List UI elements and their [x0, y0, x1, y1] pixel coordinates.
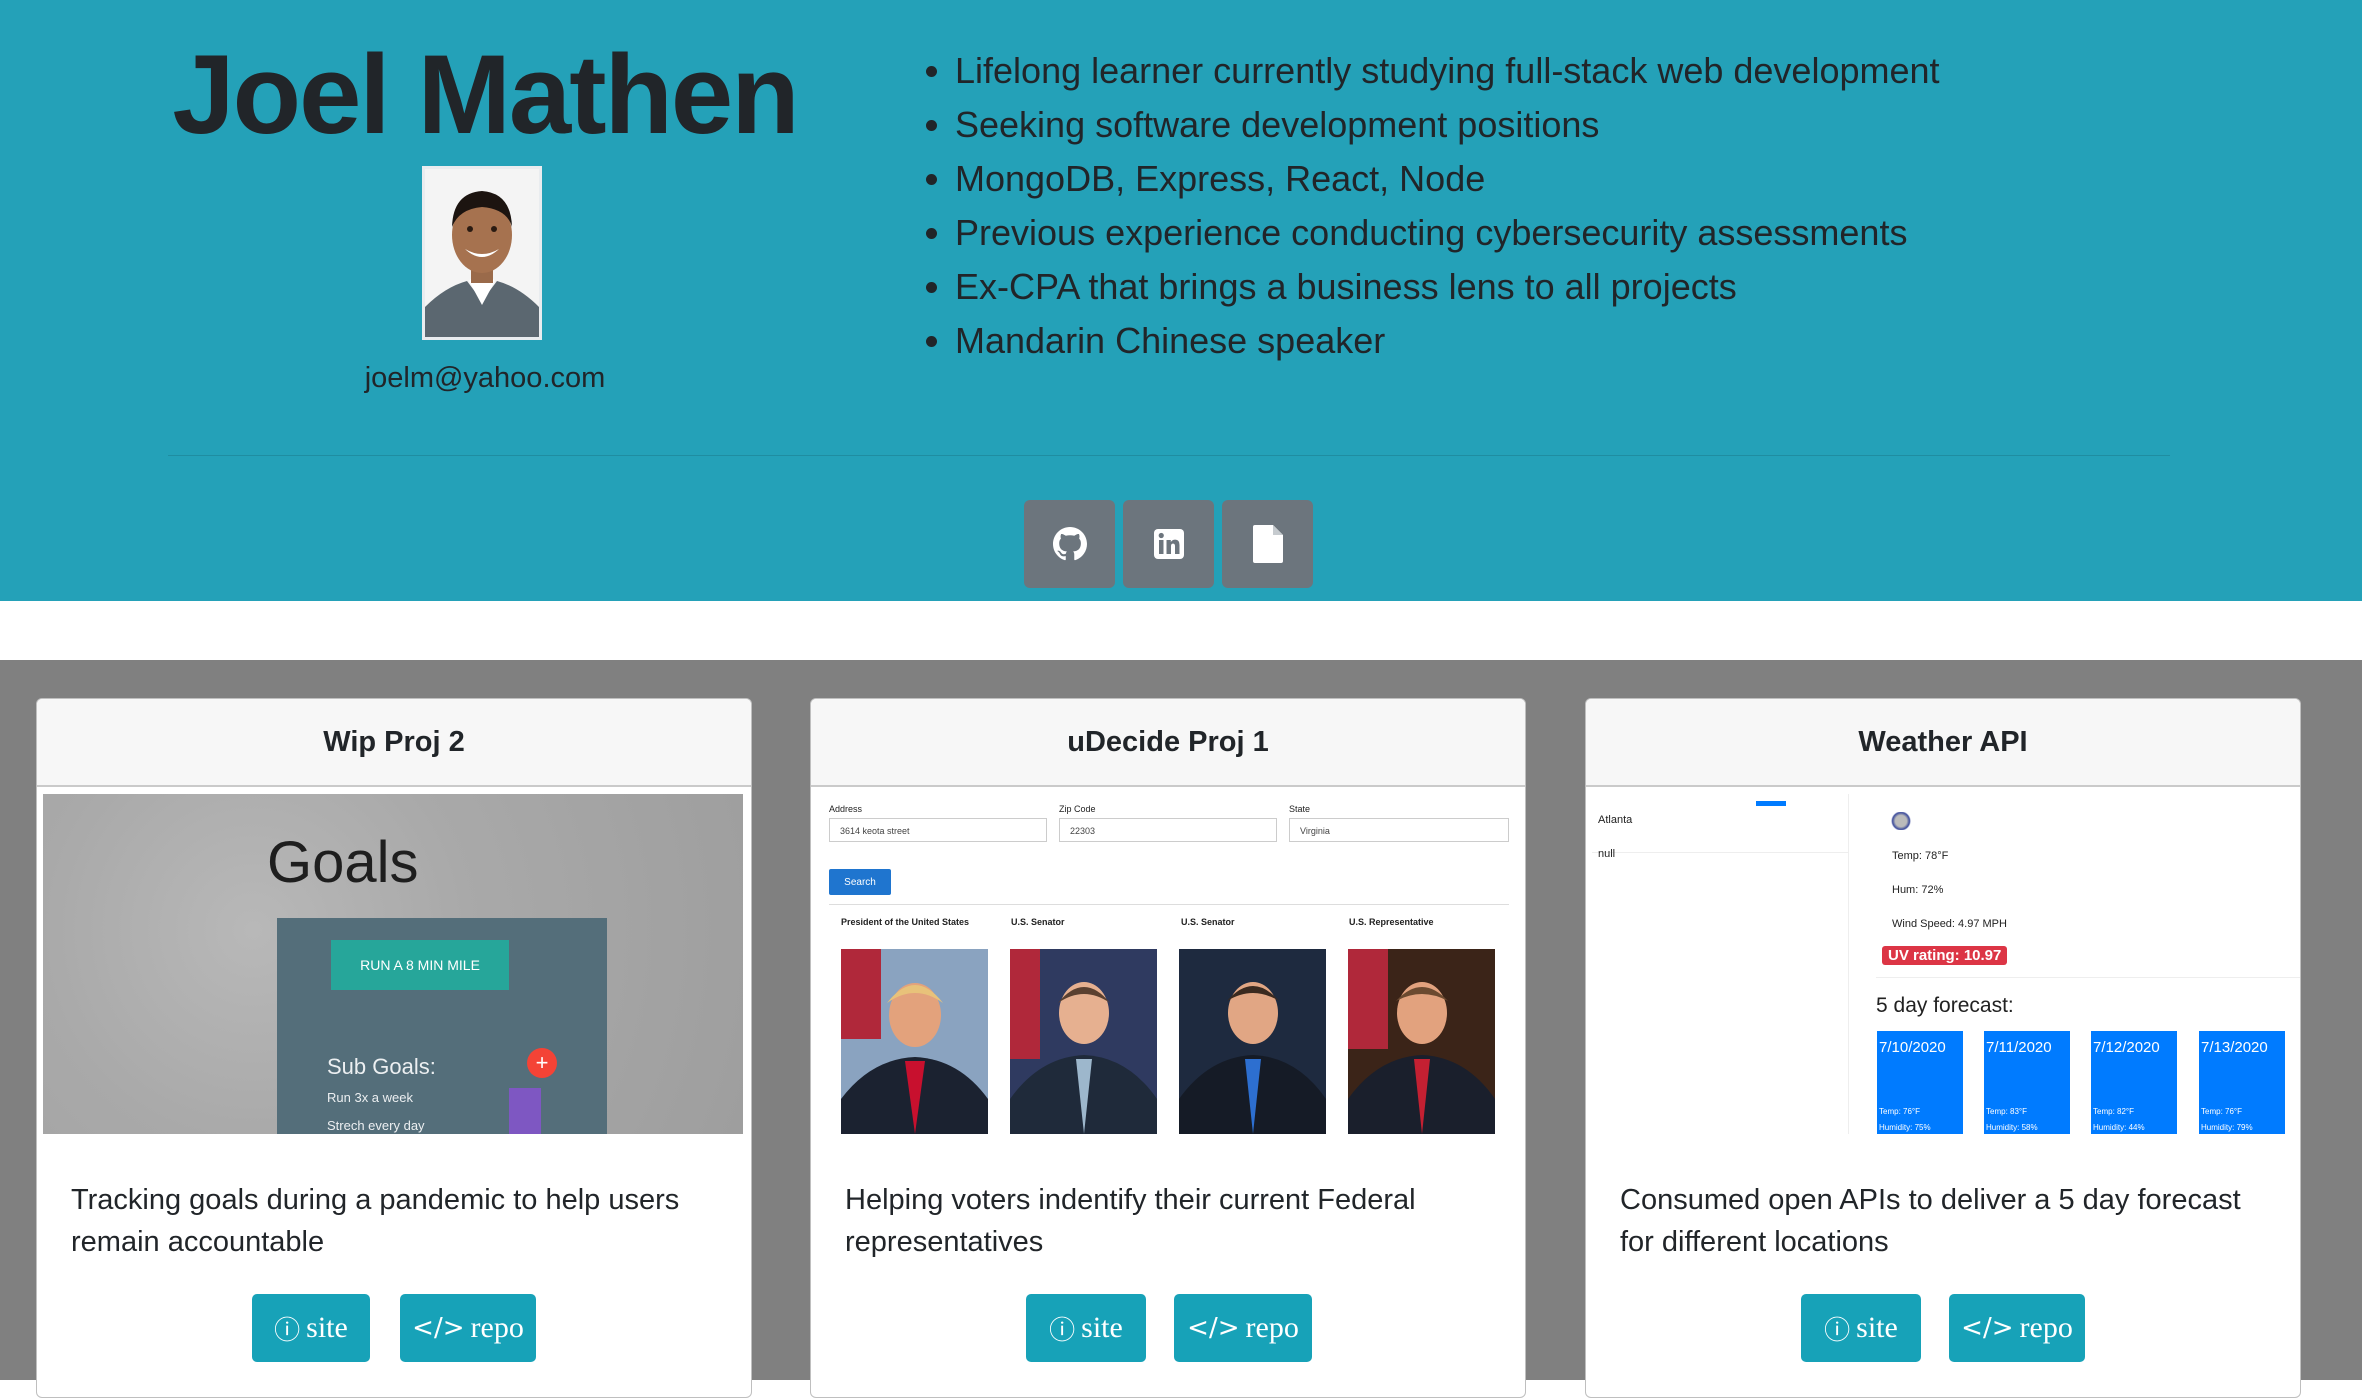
github-icon	[1052, 527, 1087, 561]
screenshot-alarm-icon	[509, 1088, 541, 1134]
forecast-temp: Temp: 76°F	[2201, 1107, 2242, 1116]
screenshot-role: U.S. Senator	[1011, 917, 1065, 927]
screenshot-temp: Temp: 78°F	[1892, 850, 1949, 862]
forecast-date: 7/11/2020	[1986, 1039, 2052, 1056]
highlight-item: Lifelong learner currently studying full…	[955, 44, 1940, 98]
forecast-date: 7/10/2020	[1879, 1039, 1946, 1056]
forecast-day: 7/13/2020 Temp: 76°F Humidity: 79%	[2199, 1031, 2285, 1134]
forecast-humidity: Humidity: 58%	[1986, 1123, 2038, 1132]
code-icon: </>	[1187, 1313, 1240, 1343]
github-button[interactable]	[1024, 500, 1115, 588]
repo-button[interactable]: </> repo	[1174, 1294, 1312, 1362]
card-description: Consumed open APIs to deliver a 5 day fo…	[1620, 1184, 2241, 1258]
linkedin-button[interactable]	[1123, 500, 1214, 588]
project-card: Wip Proj 2 Goals RUN A 8 MIN MILE Sub Go…	[36, 698, 752, 1398]
profile-header: Joel Mathen joelm@yahoo.com Lifelong lea…	[0, 0, 2362, 601]
project-card: uDecide Proj 1 Address 3614 keota street…	[810, 698, 1526, 1398]
screenshot-city: null	[1598, 848, 1616, 860]
highlight-item: Seeking software development positions	[955, 98, 1940, 152]
email-link[interactable]: joelm@yahoo.com	[120, 362, 850, 395]
screenshot-add-icon: +	[527, 1048, 557, 1078]
screenshot-state-select: Virginia	[1289, 818, 1509, 842]
profile-name: Joel Mathen	[172, 32, 799, 157]
site-button-label: site	[306, 1311, 348, 1344]
card-title: uDecide Proj 1	[811, 699, 1525, 787]
screenshot-divider	[1876, 977, 2300, 978]
screenshot-humidity: Hum: 72%	[1892, 884, 1944, 896]
info-icon: ⓘ	[1824, 1315, 1851, 1346]
forecast-humidity: Humidity: 79%	[2201, 1123, 2253, 1132]
weather-icon	[1890, 812, 1912, 830]
forecast-date: 7/12/2020	[2093, 1039, 2160, 1056]
avatar	[422, 166, 542, 340]
highlight-item: Ex-CPA that brings a business lens to al…	[955, 260, 1940, 314]
screenshot-zip-input: 22303	[1059, 818, 1277, 842]
forecast-humidity: Humidity: 75%	[1879, 1123, 1931, 1132]
screenshot-subgoals-label: Sub Goals:	[327, 1054, 436, 1079]
screenshot-goal-panel: RUN A 8 MIN MILE Sub Goals: Run 3x a wee…	[277, 918, 607, 1134]
forecast-humidity: Humidity: 44%	[2093, 1123, 2145, 1132]
file-icon	[1252, 525, 1283, 563]
info-icon: ⓘ	[274, 1315, 301, 1346]
card-title: Weather API	[1586, 699, 2300, 787]
forecast-temp: Temp: 82°F	[2093, 1107, 2134, 1116]
site-button-label: site	[1081, 1311, 1123, 1344]
screenshot-state-label: State	[1289, 804, 1311, 814]
screenshot-subgoal: Strech every day	[327, 1118, 425, 1133]
highlight-item: MongoDB, Express, React, Node	[955, 152, 1940, 206]
screenshot-wind: Wind Speed: 4.97 MPH	[1892, 918, 2007, 930]
repo-button-label: repo	[1245, 1311, 1299, 1344]
card-title: Wip Proj 2	[37, 699, 751, 787]
forecast-temp: Temp: 76°F	[1879, 1107, 1920, 1116]
screenshot-portrait	[841, 949, 988, 1134]
screenshot-goal-button: RUN A 8 MIN MILE	[331, 940, 509, 990]
forecast-temp: Temp: 83°F	[1986, 1107, 2027, 1116]
project-screenshot: Goals RUN A 8 MIN MILE Sub Goals: Run 3x…	[43, 794, 743, 1134]
site-button-label: site	[1856, 1311, 1898, 1344]
forecast-day: 7/10/2020 Temp: 76°F Humidity: 75%	[1877, 1031, 1963, 1134]
screenshot-uv-badge: UV rating: 10.97	[1882, 946, 2008, 965]
code-icon: </>	[412, 1313, 465, 1343]
screenshot-role: President of the United States	[841, 917, 970, 927]
screenshot-divider	[829, 904, 1509, 905]
repo-button-label: repo	[470, 1311, 524, 1344]
repo-button-label: repo	[2019, 1311, 2073, 1344]
site-button[interactable]: ⓘ site	[252, 1294, 370, 1362]
screenshot-portrait	[1179, 949, 1326, 1134]
linkedin-icon	[1153, 529, 1184, 559]
screenshot-role: U.S. Representative	[1349, 917, 1434, 927]
project-card: Weather API Atlanta null Temp: 78°F Hum:…	[1585, 698, 2301, 1398]
screenshot-forecast-title: 5 day forecast:	[1876, 994, 2014, 1017]
highlight-item: Previous experience conducting cybersecu…	[955, 206, 1940, 260]
avatar-photo	[425, 169, 539, 337]
forecast-day: 7/11/2020 Temp: 83°F Humidity: 58%	[1984, 1031, 2070, 1134]
screenshot-portrait	[1348, 949, 1495, 1134]
highlights-list: Lifelong learner currently studying full…	[895, 44, 1940, 368]
site-button[interactable]: ⓘ site	[1801, 1294, 1921, 1362]
screenshot-address-input: 3614 keota street	[829, 818, 1047, 842]
resume-button[interactable]	[1222, 500, 1313, 588]
highlight-item: Mandarin Chinese speaker	[955, 314, 1940, 368]
screenshot-subgoal: Run 3x a week	[327, 1090, 413, 1105]
header-divider	[168, 455, 2170, 456]
code-icon: </>	[1961, 1313, 2014, 1343]
screenshot-portrait	[1010, 949, 1157, 1134]
screenshot-city-list	[1592, 794, 1849, 1134]
repo-button[interactable]: </> repo	[400, 1294, 536, 1362]
screenshot-address-label: Address	[829, 804, 863, 814]
screenshot-city: Atlanta	[1598, 814, 1633, 826]
card-description: Helping voters indentify their current F…	[845, 1184, 1416, 1258]
repo-button[interactable]: </> repo	[1949, 1294, 2085, 1362]
forecast-date: 7/13/2020	[2201, 1039, 2268, 1056]
project-screenshot: Address 3614 keota street Zip Code 22303…	[811, 794, 1525, 1134]
info-icon: ⓘ	[1049, 1315, 1076, 1346]
site-button[interactable]: ⓘ site	[1026, 1294, 1146, 1362]
project-screenshot: Atlanta null Temp: 78°F Hum: 72% Wind Sp…	[1586, 794, 2300, 1134]
forecast-day: 7/12/2020 Temp: 82°F Humidity: 44%	[2091, 1031, 2177, 1134]
screenshot-zip-label: Zip Code	[1059, 804, 1096, 814]
card-description: Tracking goals during a pandemic to help…	[71, 1184, 680, 1258]
screenshot-heading: Goals	[267, 830, 419, 895]
screenshot-role: U.S. Senator	[1181, 917, 1235, 927]
screenshot-search-button: Search	[829, 869, 891, 895]
